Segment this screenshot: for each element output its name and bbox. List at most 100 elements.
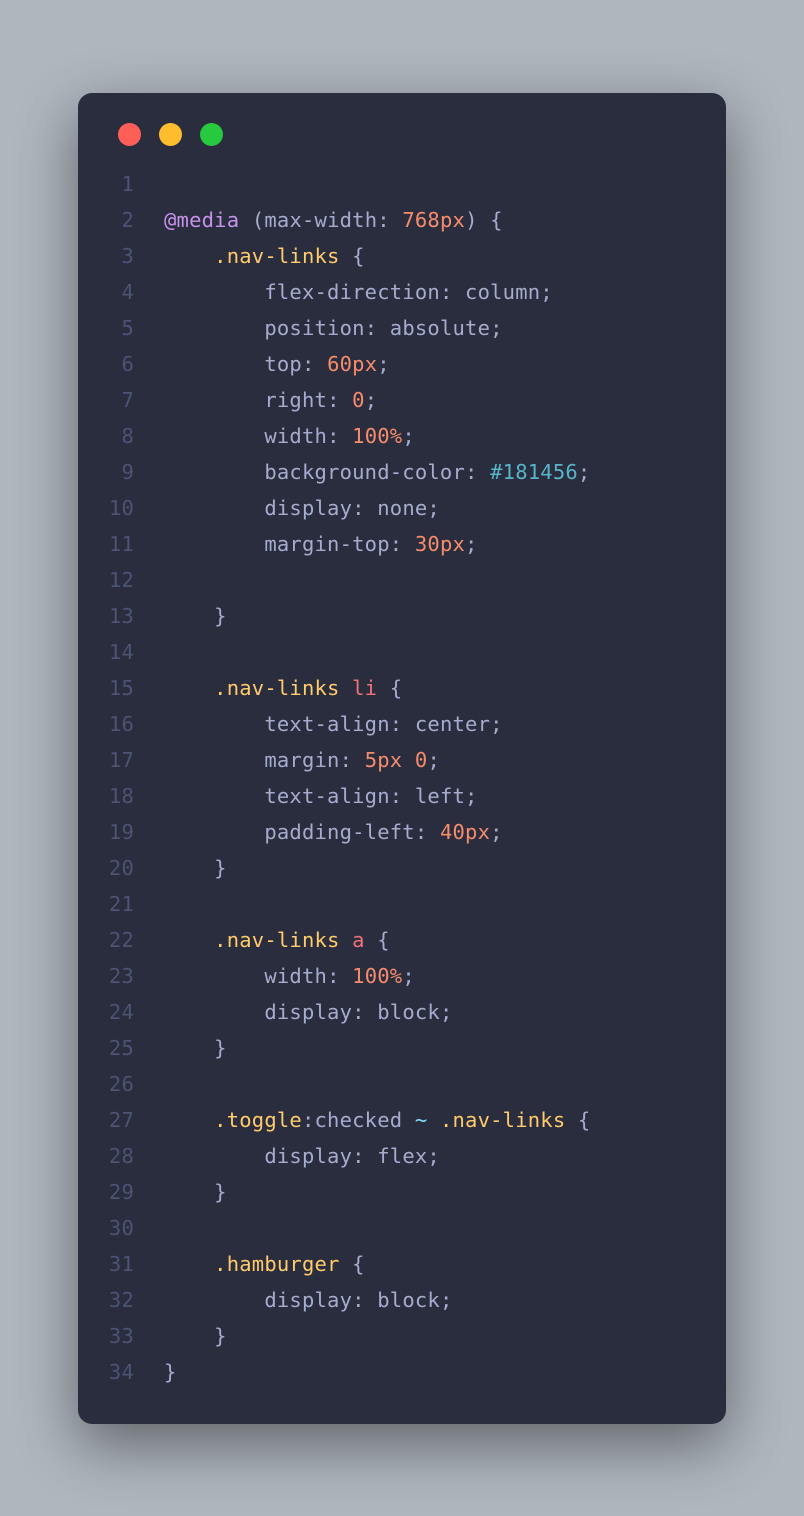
minimize-icon[interactable] <box>159 123 182 146</box>
code-line[interactable]: 34} <box>78 1354 726 1390</box>
code-line[interactable]: 13 } <box>78 598 726 634</box>
token-tag: a <box>352 928 365 952</box>
code-line[interactable]: 12 <box>78 562 726 598</box>
line-content[interactable]: .toggle:checked ~ .nav-links { <box>164 1102 726 1138</box>
token-prop: display <box>264 1288 352 1312</box>
code-line[interactable]: 21 <box>78 886 726 922</box>
code-line[interactable]: 26 <box>78 1066 726 1102</box>
code-line[interactable]: 6 top: 60px; <box>78 346 726 382</box>
token-tag: li <box>352 676 377 700</box>
line-content[interactable]: text-align: left; <box>164 778 726 814</box>
line-content[interactable]: .nav-links { <box>164 238 726 274</box>
token-unit: px <box>465 820 490 844</box>
token-prop: flex-direction <box>264 280 440 304</box>
line-content[interactable]: display: flex; <box>164 1138 726 1174</box>
code-line[interactable]: 30 <box>78 1210 726 1246</box>
code-line[interactable]: 19 padding-left: 40px; <box>78 814 726 850</box>
code-line[interactable]: 1 <box>78 166 726 202</box>
token-semi: ; <box>365 388 378 412</box>
code-line[interactable]: 14 <box>78 634 726 670</box>
line-number: 28 <box>78 1138 164 1174</box>
line-content[interactable]: .hamburger { <box>164 1246 726 1282</box>
code-line[interactable]: 10 display: none; <box>78 490 726 526</box>
line-content[interactable]: .nav-links li { <box>164 670 726 706</box>
editor-window: 12@media (max-width: 768px) {3 .nav-link… <box>78 93 726 1424</box>
code-line[interactable]: 4 flex-direction: column; <box>78 274 726 310</box>
code-line[interactable]: 17 margin: 5px 0; <box>78 742 726 778</box>
code-line[interactable]: 22 .nav-links a { <box>78 922 726 958</box>
token-prop: position <box>264 316 364 340</box>
line-content[interactable]: background-color: #181456; <box>164 454 726 490</box>
token-colon: : <box>327 964 340 988</box>
line-content[interactable] <box>164 634 726 670</box>
line-content[interactable] <box>164 1210 726 1246</box>
token-unit: px <box>352 352 377 376</box>
token-colon: : <box>377 208 390 232</box>
code-line[interactable]: 18 text-align: left; <box>78 778 726 814</box>
line-content[interactable]: padding-left: 40px; <box>164 814 726 850</box>
code-line[interactable]: 8 width: 100%; <box>78 418 726 454</box>
token-default <box>164 1252 214 1276</box>
line-content[interactable]: } <box>164 1174 726 1210</box>
close-icon[interactable] <box>118 123 141 146</box>
code-area[interactable]: 12@media (max-width: 768px) {3 .nav-link… <box>78 166 726 1390</box>
token-colon: : <box>365 316 378 340</box>
code-line[interactable]: 27 .toggle:checked ~ .nav-links { <box>78 1102 726 1138</box>
line-content[interactable]: width: 100%; <box>164 958 726 994</box>
code-line[interactable]: 29 } <box>78 1174 726 1210</box>
token-class: .nav-links <box>440 1108 565 1132</box>
code-line[interactable]: 33 } <box>78 1318 726 1354</box>
line-content[interactable]: } <box>164 1318 726 1354</box>
code-line[interactable]: 16 text-align: center; <box>78 706 726 742</box>
line-content[interactable]: margin: 5px 0; <box>164 742 726 778</box>
code-line[interactable]: 7 right: 0; <box>78 382 726 418</box>
line-content[interactable]: position: absolute; <box>164 310 726 346</box>
line-content[interactable]: margin-top: 30px; <box>164 526 726 562</box>
code-line[interactable]: 9 background-color: #181456; <box>78 454 726 490</box>
line-content[interactable] <box>164 886 726 922</box>
line-content[interactable]: right: 0; <box>164 382 726 418</box>
line-content[interactable]: } <box>164 850 726 886</box>
line-content[interactable]: } <box>164 598 726 634</box>
code-line[interactable]: 15 .nav-links li { <box>78 670 726 706</box>
code-line[interactable]: 3 .nav-links { <box>78 238 726 274</box>
code-line[interactable]: 2@media (max-width: 768px) { <box>78 202 726 238</box>
line-content[interactable] <box>164 1066 726 1102</box>
line-content[interactable] <box>164 166 726 202</box>
line-content[interactable]: .nav-links a { <box>164 922 726 958</box>
code-line[interactable]: 23 width: 100%; <box>78 958 726 994</box>
code-line[interactable]: 32 display: block; <box>78 1282 726 1318</box>
token-default <box>164 712 264 736</box>
token-default <box>164 604 214 628</box>
line-content[interactable] <box>164 562 726 598</box>
line-content[interactable]: flex-direction: column; <box>164 274 726 310</box>
code-line[interactable]: 24 display: block; <box>78 994 726 1030</box>
token-semi: ; <box>465 532 478 556</box>
code-line[interactable]: 5 position: absolute; <box>78 310 726 346</box>
token-default <box>164 316 264 340</box>
line-number: 9 <box>78 454 164 490</box>
line-number: 18 <box>78 778 164 814</box>
line-content[interactable]: } <box>164 1030 726 1066</box>
token-default <box>340 964 353 988</box>
line-content[interactable]: display: none; <box>164 490 726 526</box>
token-default <box>377 676 390 700</box>
token-default <box>164 532 264 556</box>
line-number: 2 <box>78 202 164 238</box>
token-default <box>164 820 264 844</box>
code-line[interactable]: 31 .hamburger { <box>78 1246 726 1282</box>
maximize-icon[interactable] <box>200 123 223 146</box>
code-line[interactable]: 28 display: flex; <box>78 1138 726 1174</box>
line-content[interactable]: } <box>164 1354 726 1390</box>
line-content[interactable]: width: 100%; <box>164 418 726 454</box>
code-line[interactable]: 11 margin-top: 30px; <box>78 526 726 562</box>
code-line[interactable]: 25 } <box>78 1030 726 1066</box>
line-content[interactable]: top: 60px; <box>164 346 726 382</box>
line-content[interactable]: text-align: center; <box>164 706 726 742</box>
line-content[interactable]: display: block; <box>164 994 726 1030</box>
window-titlebar <box>78 117 726 166</box>
token-default <box>565 1108 578 1132</box>
code-line[interactable]: 20 } <box>78 850 726 886</box>
line-content[interactable]: display: block; <box>164 1282 726 1318</box>
line-content[interactable]: @media (max-width: 768px) { <box>164 202 726 238</box>
